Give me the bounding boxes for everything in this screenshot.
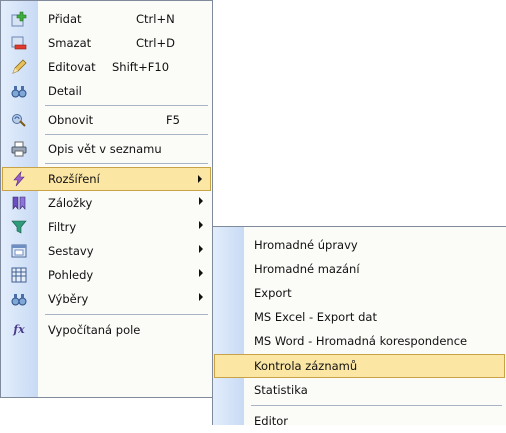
menu-item-shortcut: Ctrl+N [136,12,175,26]
menu-item-label: Smazat [48,36,92,50]
menu-item-smazat[interactable]: Smazat Ctrl+D [2,31,211,55]
menu-item-detail[interactable]: Detail [2,79,211,103]
submenu-item-export[interactable]: Export [214,281,505,305]
menu-separator [45,314,208,315]
menu-item-label: Rozšíření [48,172,100,186]
report-icon [11,243,27,259]
menu-item-label: Opis vět v seznamu [48,142,162,156]
menu-item-label: Přidat [48,12,82,26]
submenu-arrow-icon [198,175,202,183]
menu-item-label: Hromadné úpravy [254,238,358,252]
menu-item-obnovit[interactable]: Obnovit F5 [2,108,211,132]
submenu-arrow-icon [199,269,203,277]
menu-item-label: Obnovit [48,113,94,127]
menu-item-label: Záložky [48,196,93,210]
submenu-item-editor[interactable]: Editor [214,409,505,433]
menu-item-pridat[interactable]: Přidat Ctrl+N [2,7,211,31]
menu-item-label: Export [254,286,292,300]
menu-item-label: Detail [48,84,82,98]
submenu-item-kontrola-zaznamu[interactable]: Kontrola záznamů [214,354,505,378]
grid-view-icon [11,267,27,283]
binoculars-icon [11,83,27,99]
submenu-arrow-icon [199,245,203,253]
menu-item-label: MS Excel - Export dat [254,310,377,324]
menu-separator [45,105,208,106]
menu-item-label: MS Word - Hromadná korespondence [254,334,468,348]
menu-item-sestavy[interactable]: Sestavy [2,239,211,263]
bookmarks-icon [11,195,27,211]
filter-funnel-icon [11,219,27,235]
submenu-item-hromadne-upravy[interactable]: Hromadné úpravy [214,233,505,257]
lightning-icon [11,170,27,187]
add-green-plus-icon [11,11,27,27]
menu-item-zalozky[interactable]: Záložky [2,191,211,215]
submenu-arrow-icon [199,293,203,301]
submenu-arrow-icon [199,197,203,205]
menu-item-label: Pohledy [48,268,94,282]
menu-item-vybery[interactable]: Výběry [2,287,211,311]
menu-separator [45,134,208,135]
menu-item-label: Hromadné mazání [254,262,360,276]
menu-item-label: Filtry [48,220,77,234]
menu-item-vypocitana-pole[interactable]: fx Vypočítaná pole [2,318,211,342]
menu-item-editovat[interactable]: Editovat Shift+F10 [2,55,211,79]
menu-separator [251,405,502,406]
menu-item-pohledy[interactable]: Pohledy [2,263,211,287]
menu-item-label: Statistika [254,383,308,397]
menu-item-rozsireni[interactable]: Rozšíření [2,167,211,191]
printer-icon [11,141,27,157]
menu-item-label: Výběry [48,292,89,306]
refresh-icon [11,112,27,128]
submenu-rozsireni: Hromadné úpravy Hromadné mazání Export M… [212,226,506,428]
menu-item-filtry[interactable]: Filtry [2,215,211,239]
menu-separator [45,163,208,164]
submenu-arrow-icon [199,221,203,229]
edit-pencil-icon [11,59,27,75]
menu-item-shortcut: Ctrl+D [136,36,175,50]
submenu-item-ms-word[interactable]: MS Word - Hromadná korespondence [214,329,505,353]
menu-item-shortcut: F5 [166,113,180,127]
menu-item-shortcut: Shift+F10 [112,60,170,74]
submenu-item-ms-excel[interactable]: MS Excel - Export dat [214,305,505,329]
menu-item-label: Kontrola záznamů [254,359,358,373]
menu-item-label: Sestavy [48,244,94,258]
delete-red-minus-icon [11,35,27,51]
menu-item-opis[interactable]: Opis vět v seznamu [2,137,211,161]
context-menu: Přidat Ctrl+N Smazat Ctrl+D Editovat Shi… [0,0,213,398]
function-fx-icon: fx [13,323,25,336]
submenu-item-statistika[interactable]: Statistika [214,378,505,402]
menu-item-label: Editor [254,414,289,428]
menu-item-label: Editovat [48,60,96,74]
menu-item-label: Vypočítaná pole [48,323,141,337]
binoculars-icon [11,291,27,307]
submenu-item-hromadne-mazani[interactable]: Hromadné mazání [214,257,505,281]
